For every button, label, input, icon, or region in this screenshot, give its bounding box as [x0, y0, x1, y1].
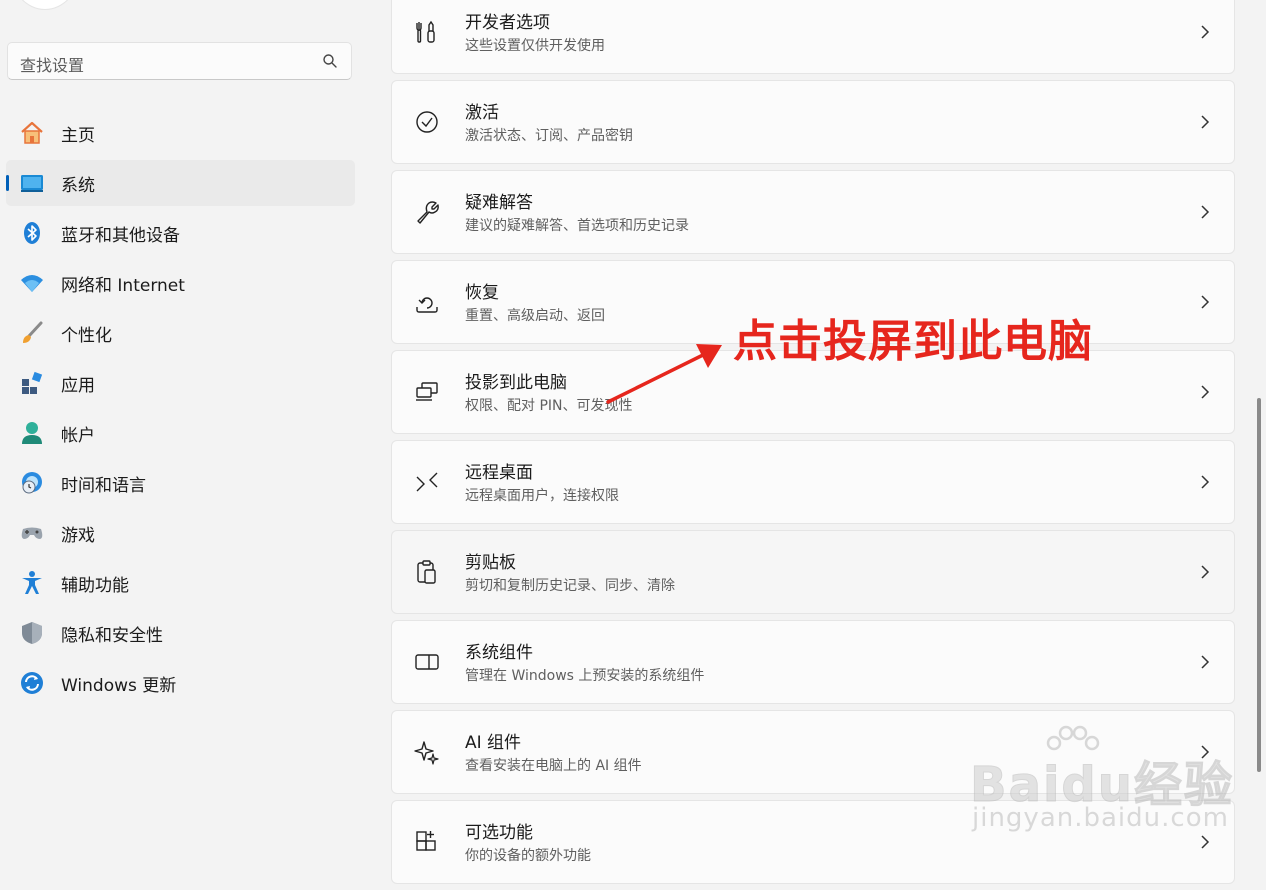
sidebar-item-bluetooth[interactable]: 蓝牙和其他设备 — [6, 210, 355, 256]
sidebar-item-apps[interactable]: 应用 — [6, 360, 355, 406]
chevron-right-icon — [1201, 115, 1210, 129]
setting-subtitle: 激活状态、订阅、产品密钥 — [465, 128, 633, 144]
setting-title: 恢复 — [465, 283, 499, 303]
apps-icon — [19, 370, 45, 396]
sidebar-item-windows-update[interactable]: Windows 更新 — [6, 660, 355, 706]
setting-activation[interactable]: 激活 激活状态、订阅、产品密钥 — [391, 80, 1235, 164]
sidebar-item-label: 系统 — [61, 175, 95, 196]
developer-tools-icon — [416, 20, 435, 43]
setting-developer-options[interactable]: 开发者选项 这些设置仅供开发使用 — [391, 0, 1235, 74]
sidebar-item-label: 网络和 Internet — [61, 275, 185, 296]
sidebar-item-label: 个性化 — [61, 325, 112, 346]
setting-title: 开发者选项 — [465, 13, 550, 33]
setting-subtitle: 管理在 Windows 上预安装的系统组件 — [465, 668, 705, 684]
chevron-right-icon — [1201, 385, 1210, 399]
sidebar-item-label: 蓝牙和其他设备 — [61, 225, 180, 246]
clipboard-icon — [417, 560, 436, 584]
setting-subtitle: 这些设置仅供开发使用 — [465, 38, 605, 54]
recovery-icon — [416, 297, 438, 313]
wrench-icon — [417, 201, 439, 224]
sidebar-item-gaming[interactable]: 游戏 — [6, 510, 355, 556]
setting-title: 系统组件 — [465, 643, 533, 663]
windows-update-icon — [19, 670, 45, 696]
sidebar-item-label: 时间和语言 — [61, 475, 146, 496]
optional-features-icon — [416, 831, 436, 851]
setting-title: 疑难解答 — [465, 193, 533, 213]
sidebar-item-label: 应用 — [61, 375, 95, 396]
setting-clipboard[interactable]: 剪贴板 剪切和复制历史记录、同步、清除 — [391, 530, 1235, 614]
sidebar: 查找设置 主页 系统 蓝牙和其他设备 网络和 Internet 个性化 应用 帐… — [0, 0, 370, 862]
sidebar-item-time-language[interactable]: 时间和语言 — [6, 460, 355, 506]
system-components-icon — [415, 654, 439, 670]
check-circle-icon — [416, 111, 438, 133]
setting-subtitle: 查看安装在电脑上的 AI 组件 — [465, 758, 642, 774]
setting-troubleshoot[interactable]: 疑难解答 建议的疑难解答、首选项和历史记录 — [391, 170, 1235, 254]
chevron-right-icon — [1201, 565, 1210, 579]
sidebar-item-label: 帐户 — [61, 425, 95, 446]
sidebar-item-label: 游戏 — [61, 525, 95, 546]
chevron-right-icon — [1201, 655, 1210, 669]
shield-icon — [19, 620, 45, 646]
sidebar-item-home[interactable]: 主页 — [6, 110, 355, 156]
setting-subtitle: 远程桌面用户，连接权限 — [465, 488, 619, 504]
sidebar-item-label: 主页 — [61, 125, 95, 146]
setting-subtitle: 重置、高级启动、返回 — [465, 308, 605, 324]
sparkle-icon — [414, 741, 439, 765]
sidebar-item-accounts[interactable]: 帐户 — [6, 410, 355, 456]
sidebar-item-privacy[interactable]: 隐私和安全性 — [6, 610, 355, 656]
sidebar-item-system[interactable]: 系统 — [6, 160, 355, 206]
globe-clock-icon — [19, 470, 45, 496]
chevron-right-icon — [1201, 205, 1210, 219]
avatar[interactable] — [10, 0, 80, 10]
setting-subtitle: 剪切和复制历史记录、同步、清除 — [465, 578, 675, 594]
gamepad-icon — [19, 520, 45, 546]
sidebar-item-label: Windows 更新 — [61, 675, 177, 696]
sidebar-item-label: 隐私和安全性 — [61, 625, 163, 646]
sidebar-item-personalization[interactable]: 个性化 — [6, 310, 355, 356]
system-display-icon — [19, 170, 45, 196]
chevron-right-icon — [1201, 25, 1210, 39]
search-box[interactable]: 查找设置 — [7, 42, 352, 80]
search-icon[interactable] — [322, 53, 338, 69]
projection-icon — [416, 382, 438, 401]
sidebar-item-network[interactable]: 网络和 Internet — [6, 260, 355, 306]
annotation-text: 点击投屏到此电脑 — [733, 316, 1093, 367]
setting-title: 投影到此电脑 — [465, 373, 567, 393]
baidu-watermark: Baidu经验 jingyan.baidu.com — [970, 725, 1260, 855]
setting-subtitle: 你的设备的额外功能 — [465, 848, 591, 864]
sidebar-nav: 主页 系统 蓝牙和其他设备 网络和 Internet 个性化 应用 帐户 时间和… — [6, 110, 355, 710]
wifi-icon — [19, 270, 45, 296]
setting-title: AI 组件 — [465, 733, 522, 753]
search-input[interactable]: 查找设置 — [20, 52, 84, 76]
watermark-url: jingyan.baidu.com — [972, 803, 1229, 833]
bluetooth-icon — [19, 220, 45, 246]
setting-system-components[interactable]: 系统组件 管理在 Windows 上预安装的系统组件 — [391, 620, 1235, 704]
setting-remote-desktop[interactable]: 远程桌面 远程桌面用户，连接权限 — [391, 440, 1235, 524]
chevron-right-icon — [1201, 475, 1210, 489]
sidebar-item-label: 辅助功能 — [61, 575, 129, 596]
chevron-right-icon — [1201, 295, 1210, 309]
home-icon — [19, 120, 45, 146]
sidebar-item-accessibility[interactable]: 辅助功能 — [6, 560, 355, 606]
setting-title: 激活 — [465, 103, 499, 123]
setting-title: 剪贴板 — [465, 553, 516, 573]
setting-title: 远程桌面 — [465, 463, 533, 483]
paintbrush-icon — [19, 320, 45, 346]
account-icon — [19, 420, 45, 446]
remote-desktop-icon — [416, 472, 438, 492]
accessibility-icon — [19, 570, 45, 596]
setting-title: 可选功能 — [465, 823, 533, 843]
scrollbar-thumb[interactable] — [1257, 398, 1261, 772]
setting-subtitle: 建议的疑难解答、首选项和历史记录 — [465, 218, 689, 234]
annotation-arrow-icon — [606, 344, 722, 404]
